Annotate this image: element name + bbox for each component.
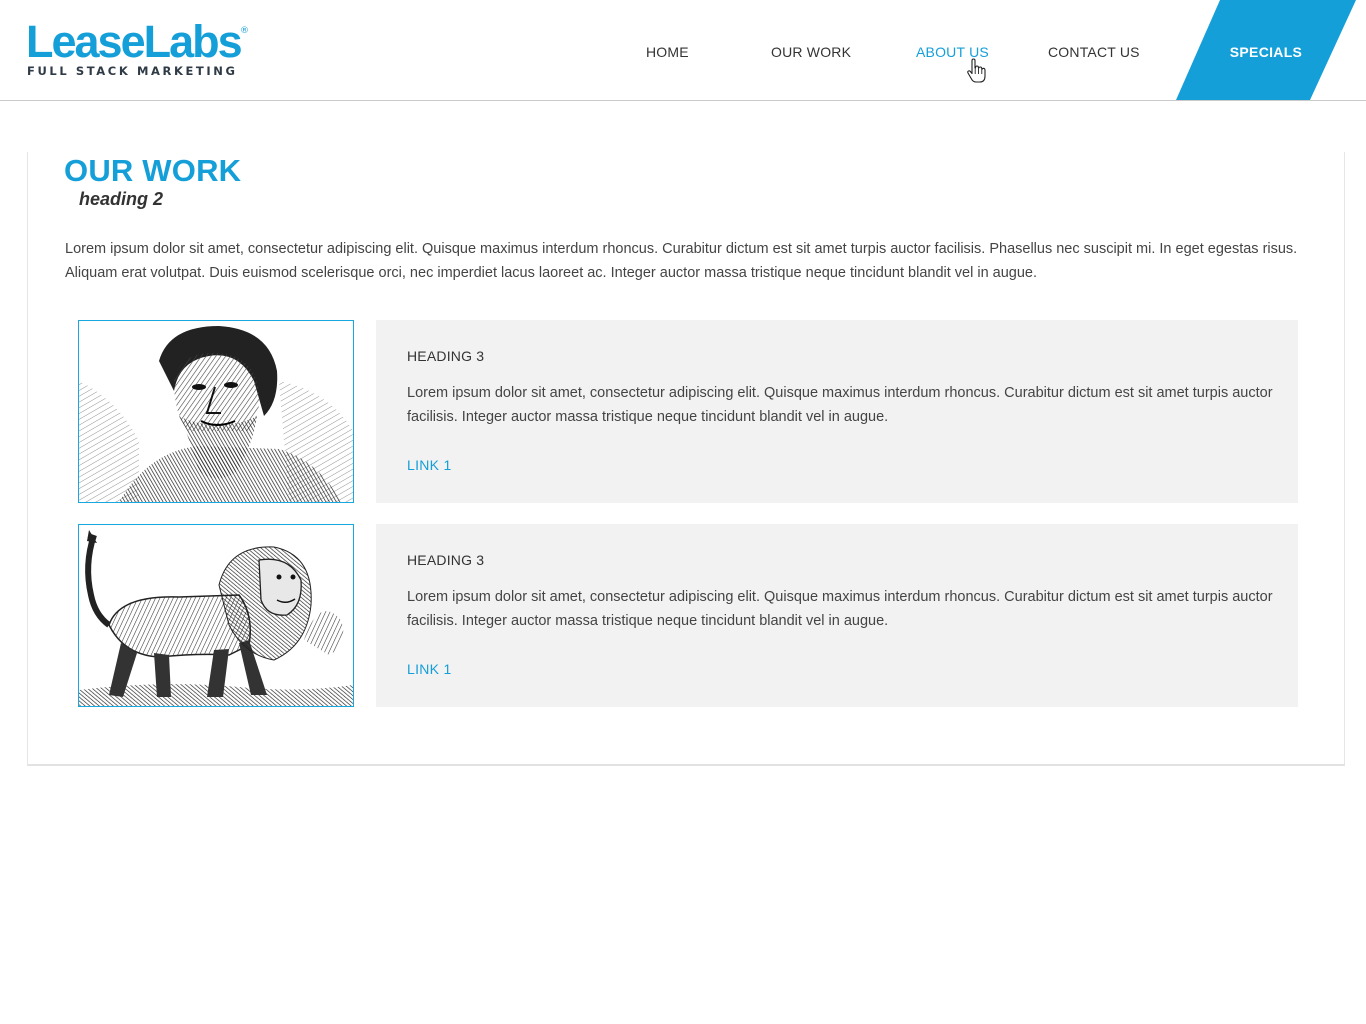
work-card: HEADING 3 Lorem ipsum dolor sit amet, co… bbox=[376, 320, 1298, 503]
page-subtitle: heading 2 bbox=[79, 189, 164, 209]
page-title: OUR WORK bbox=[64, 153, 242, 188]
manticore-engraving-image[interactable] bbox=[78, 524, 354, 707]
card-text: Lorem ipsum dolor sit amet, consectetur … bbox=[407, 385, 1273, 425]
nav-home[interactable]: HOME bbox=[646, 44, 689, 60]
card-link[interactable]: LINK 1 bbox=[407, 457, 452, 473]
nav-contact-us[interactable]: CONTACT US bbox=[1048, 44, 1140, 60]
site-header: LeaseLabs ® FULL STACK MARKETING HOME OU… bbox=[0, 0, 1366, 101]
specials-button[interactable]: SPECIALS bbox=[1176, 0, 1356, 100]
card-heading: HEADING 3 bbox=[407, 348, 485, 364]
work-card: HEADING 3 Lorem ipsum dolor sit amet, co… bbox=[376, 524, 1298, 707]
intro-paragraph: Lorem ipsum dolor sit amet, consectetur … bbox=[65, 241, 1298, 281]
nav-our-work[interactable]: OUR WORK bbox=[771, 44, 851, 60]
logo-registered-mark: ® bbox=[240, 26, 249, 36]
card-heading: HEADING 3 bbox=[407, 552, 485, 568]
logo-wordmark: LeaseLabs bbox=[26, 16, 243, 67]
manticore-creature-illustration bbox=[79, 525, 353, 706]
leaselabs-logo[interactable]: LeaseLabs ® FULL STACK MARKETING bbox=[26, 18, 256, 82]
bearded-man-portrait-illustration bbox=[79, 321, 353, 502]
hand-pointer-cursor-icon bbox=[967, 58, 986, 83]
card-link[interactable]: LINK 1 bbox=[407, 661, 452, 677]
portrait-engraving-image[interactable] bbox=[78, 320, 354, 503]
logo-tagline: FULL STACK MARKETING bbox=[27, 64, 238, 78]
specials-label: SPECIALS bbox=[1229, 44, 1303, 60]
card-text: Lorem ipsum dolor sit amet, consectetur … bbox=[407, 589, 1273, 629]
